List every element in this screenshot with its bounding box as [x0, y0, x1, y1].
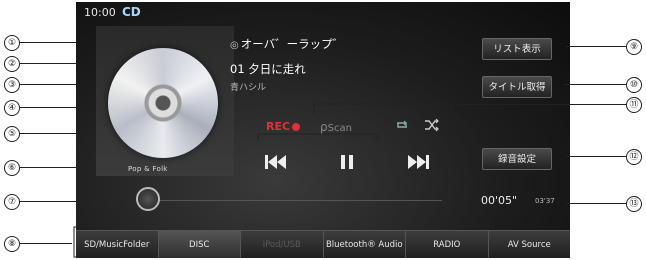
callout-brackets	[73, 103, 453, 258]
callout-11: ⑪	[452, 97, 646, 113]
callout-number: ⑬	[626, 196, 642, 212]
callout-number: ⑪	[626, 97, 642, 113]
callout-13: ⑬	[556, 196, 646, 212]
callout-10: ⑩	[556, 77, 646, 93]
callout-number: ⑩	[626, 77, 642, 93]
callout-number: ⑨	[626, 39, 642, 55]
callout-number: ⑫	[626, 149, 642, 165]
callout-12: ⑫	[556, 149, 646, 165]
callout-9: ⑨	[556, 39, 646, 55]
